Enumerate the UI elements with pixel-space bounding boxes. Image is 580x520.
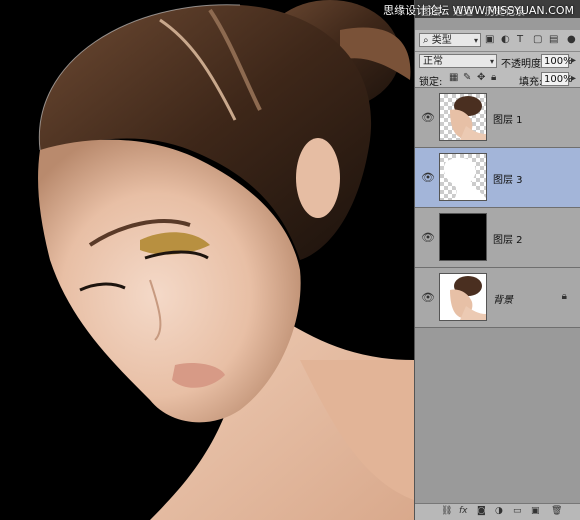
blend-mode-label: 正常 — [423, 56, 443, 67]
adjustment-icon[interactable]: ◑ — [495, 506, 503, 516]
eye-icon[interactable]: 👁︎ — [421, 231, 435, 244]
layer-name: 图层 1 — [493, 115, 523, 126]
filter-type-label: 类型 — [431, 35, 452, 46]
fill-label: 填充: — [519, 77, 543, 88]
eye-icon[interactable]: 👁︎ — [421, 291, 435, 304]
lock-all-icon[interactable]: 🔒︎ — [491, 72, 496, 83]
watermark-text: 思缘设计论坛 WWW.MISSYUAN.COM — [383, 4, 574, 17]
lock-label: 锁定: — [419, 77, 443, 88]
layer-name: 图层 2 — [493, 235, 523, 246]
filter-toggle-icon[interactable]: ● — [567, 34, 576, 45]
folder-icon[interactable]: ▭ — [513, 506, 522, 516]
portrait-image — [38, 0, 414, 520]
eye-icon[interactable]: 👁︎ — [421, 111, 435, 124]
fill-field[interactable]: 100% — [541, 72, 573, 86]
layer-name: 背景 — [493, 295, 513, 306]
layer-row[interactable]: 👁︎ 图层 1 — [415, 88, 580, 148]
opacity-field[interactable]: 100% — [541, 54, 573, 68]
lock-image-icon[interactable]: ✎ — [463, 72, 471, 83]
chevron-right-icon[interactable]: ▸ — [571, 73, 576, 84]
link-icon[interactable]: ⛓ — [441, 506, 452, 516]
filter-pixel-icon[interactable]: ▣ — [485, 34, 494, 45]
image-canvas[interactable] — [0, 0, 414, 520]
layer-thumbnail — [439, 153, 487, 201]
layer-row[interactable]: 👁︎ 图层 3 — [415, 148, 580, 208]
filter-text-icon[interactable]: T — [517, 34, 523, 45]
layer-filter-row: ⌕ 类型 ▾ ▣ ◐ T ▢ ▤ ● — [415, 30, 580, 52]
opacity-label: 不透明度: — [501, 59, 545, 70]
chevron-right-icon[interactable]: ▸ — [571, 55, 576, 66]
fx-icon[interactable]: fx — [459, 506, 468, 516]
layer-row[interactable]: 👁︎ 背景 🔒︎ — [415, 268, 580, 328]
lock-transparent-icon[interactable]: ▦ — [449, 72, 458, 83]
filter-adjustment-icon[interactable]: ◐ — [501, 34, 510, 45]
lock-fill-row: 锁定: ▦ ✎ ✥ 🔒︎ 填充: 100% ▸ — [415, 70, 580, 88]
layer-thumbnail — [439, 93, 487, 141]
layers-panel: 图层 通道 历史记录 ⌕ 类型 ▾ ▣ ◐ T ▢ ▤ ● 正常 ▾ 不透明度:… — [414, 0, 580, 520]
blend-opacity-row: 正常 ▾ 不透明度: 100% ▸ — [415, 52, 580, 70]
layers-bottom-toolbar: ⛓ fx ◙ ◑ ▭ ▣ 🗑︎ — [415, 503, 580, 520]
mask-icon[interactable]: ◙ — [477, 506, 486, 516]
layer-thumbnail — [439, 273, 487, 321]
chevron-down-icon: ▾ — [473, 36, 478, 45]
filter-type-dropdown[interactable]: ⌕ 类型 ▾ — [419, 33, 481, 47]
filter-smart-object-icon[interactable]: ▤ — [549, 34, 558, 45]
filter-shape-icon[interactable]: ▢ — [533, 34, 542, 45]
new-layer-icon[interactable]: ▣ — [531, 506, 540, 516]
layer-name: 图层 3 — [493, 175, 523, 186]
lock-position-icon[interactable]: ✥ — [477, 72, 485, 83]
chevron-down-icon: ▾ — [489, 57, 494, 66]
blend-mode-dropdown[interactable]: 正常 ▾ — [419, 54, 497, 68]
layer-thumbnail — [439, 213, 487, 261]
search-icon: ⌕ — [423, 35, 429, 46]
eye-icon[interactable]: 👁︎ — [421, 171, 435, 184]
layers-empty-area — [415, 332, 580, 504]
layer-row[interactable]: 👁︎ 图层 2 — [415, 208, 580, 268]
trash-icon[interactable]: 🗑︎ — [551, 506, 562, 516]
lock-icon: 🔒︎ — [561, 291, 567, 302]
